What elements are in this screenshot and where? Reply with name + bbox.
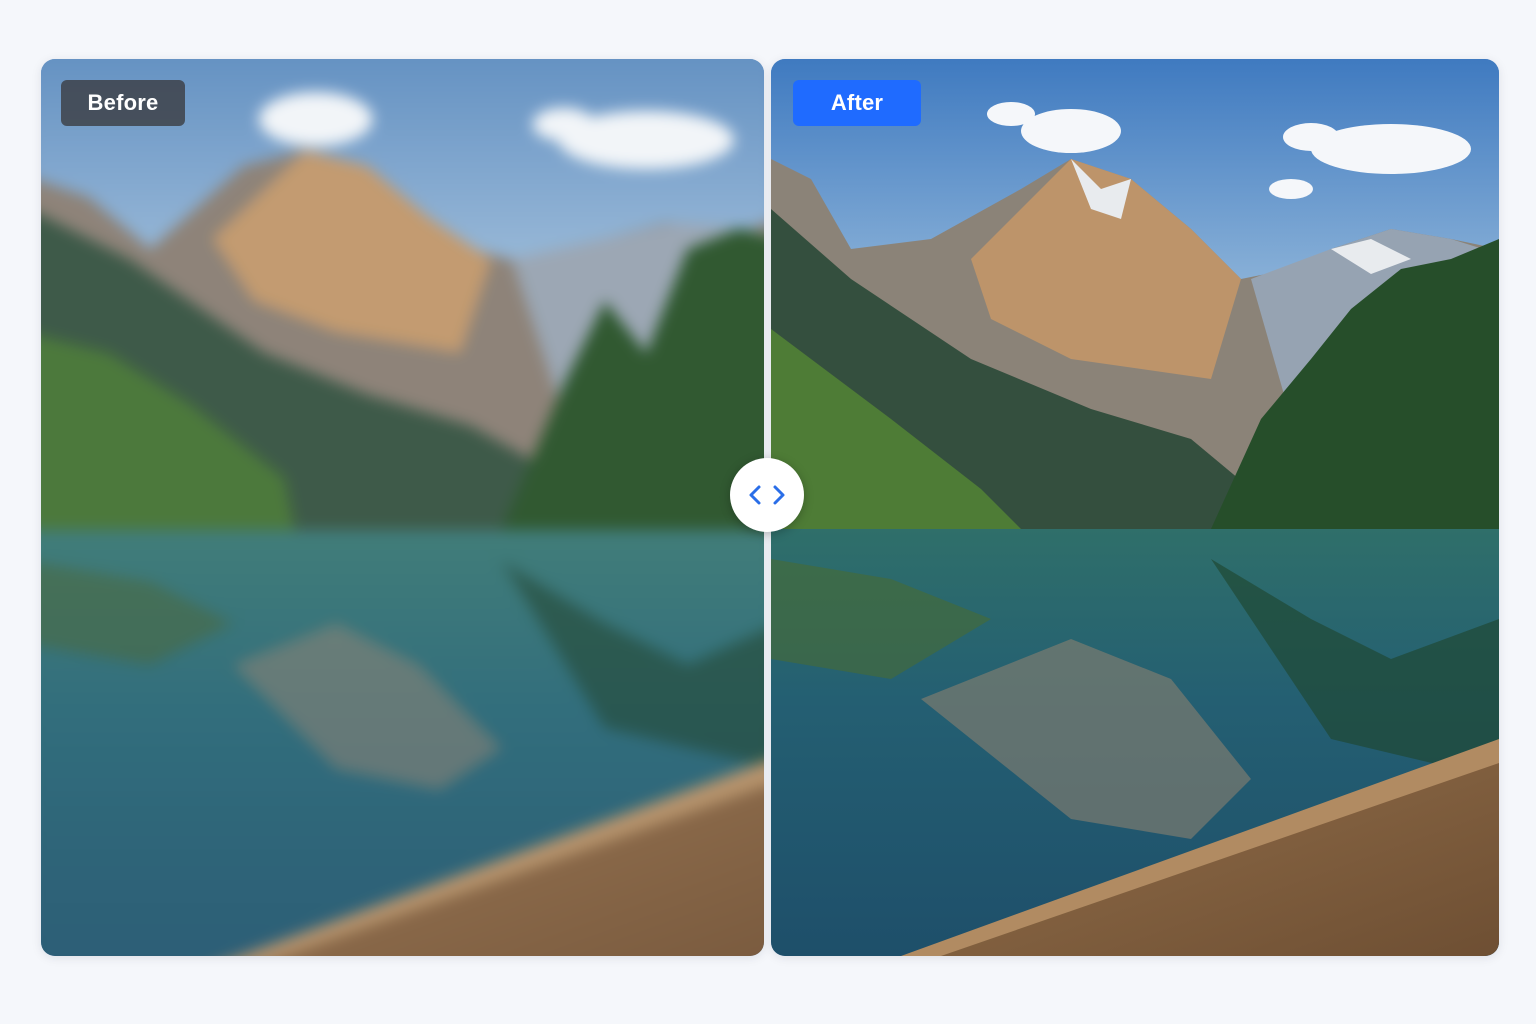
comparison-slider-handle[interactable]: [730, 458, 804, 532]
before-label-badge: Before: [61, 80, 185, 126]
after-label-badge: After: [793, 80, 921, 126]
chevron-left-right-icon: [749, 485, 785, 505]
before-image-panel[interactable]: Before: [41, 59, 764, 956]
after-image-panel[interactable]: After: [771, 59, 1499, 956]
before-landscape-image: [41, 59, 764, 956]
after-landscape-image: [771, 59, 1499, 956]
comparison-stage: Before After: [0, 0, 1536, 1024]
